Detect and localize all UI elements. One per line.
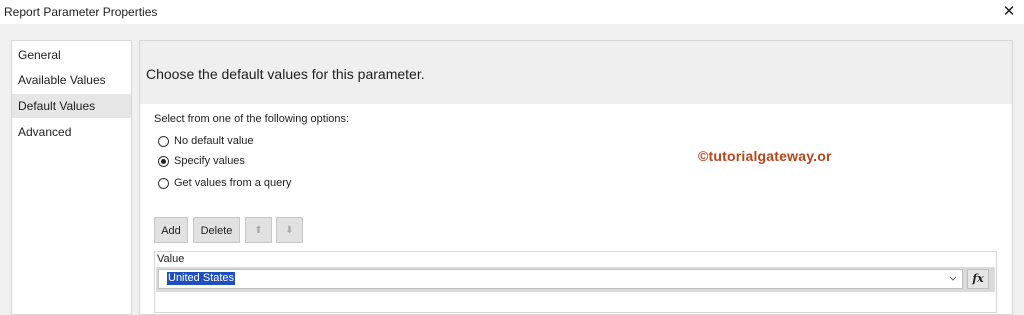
expression-button[interactable]: fx — [967, 269, 989, 289]
delete-button[interactable]: Delete — [193, 217, 240, 243]
radio-specify-values[interactable]: Specify values — [158, 153, 245, 169]
close-button[interactable]: ✕ — [998, 1, 1020, 23]
radio-label: No default value — [174, 135, 254, 147]
options-label: Select from one of the following options… — [154, 113, 350, 125]
move-down-button[interactable]: ⬇ — [276, 217, 303, 243]
close-icon: ✕ — [1002, 3, 1016, 20]
nav-item-available-values[interactable]: Available Values — [12, 68, 131, 92]
window-title: Report Parameter Properties — [4, 5, 158, 19]
radio-label: Get values from a query — [174, 177, 292, 189]
grid-header-value: Value — [157, 253, 185, 265]
radio-button[interactable] — [158, 135, 169, 147]
values-grid: Value United States fx — [154, 251, 997, 313]
arrow-up-icon: ⬆ — [254, 225, 263, 236]
content-panel: Choose the default values for this param… — [139, 40, 1013, 315]
watermark: ©tutorialgateway.or — [698, 148, 832, 164]
nav-item-general[interactable]: General — [12, 43, 131, 67]
value-combobox[interactable]: United States — [158, 269, 963, 289]
radio-get-values-from-query[interactable]: Get values from a query — [158, 175, 291, 191]
radio-no-default-value[interactable]: No default value — [158, 133, 254, 149]
chevron-down-icon[interactable] — [948, 274, 958, 284]
table-row: United States fx — [156, 267, 995, 292]
radio-label: Specify values — [174, 155, 245, 167]
nav-item-default-values[interactable]: Default Values — [12, 94, 131, 118]
nav-item-advanced[interactable]: Advanced — [12, 120, 131, 144]
arrow-down-icon: ⬇ — [285, 225, 294, 236]
radio-button[interactable] — [158, 155, 169, 167]
radio-button[interactable] — [158, 177, 169, 189]
page-title: Choose the default values for this param… — [146, 66, 425, 82]
content-header: Choose the default values for this param… — [140, 41, 1012, 104]
value-text: United States — [167, 272, 236, 285]
nav-panel: General Available Values Default Values … — [11, 40, 132, 315]
move-up-button[interactable]: ⬆ — [245, 217, 272, 243]
add-button[interactable]: Add — [154, 217, 188, 243]
title-bar: Report Parameter Properties ✕ — [0, 0, 1024, 24]
